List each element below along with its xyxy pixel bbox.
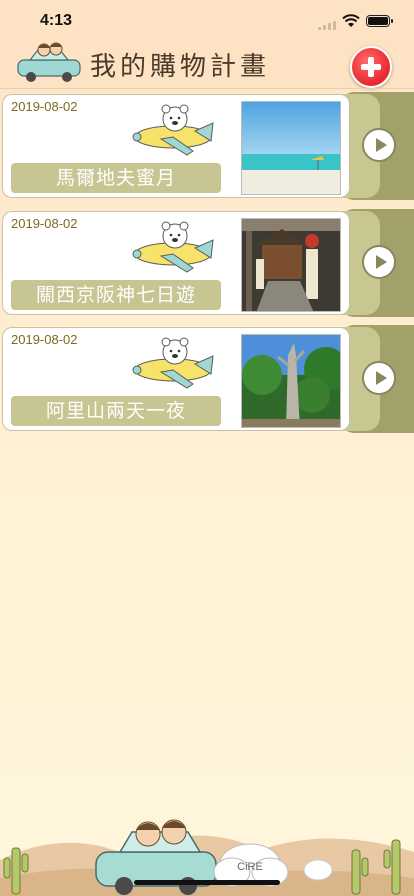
open-trip-arrow-icon[interactable] [362,361,396,395]
add-plan-button[interactable] [350,46,392,88]
trip-name: 關西京阪神七日遊 [11,280,221,310]
card-panel: 2019-08-02 阿里山兩天一夜 [2,327,350,431]
trip-name: 馬爾地夫蜜月 [11,163,221,193]
header-divider [0,88,414,89]
trip-card[interactable]: 2019-08-02 阿里山兩天一夜 [0,325,414,433]
app-header: 我的購物計畫 [0,38,414,90]
car-logo-icon [17,42,81,82]
page-title: 我的購物計畫 [90,52,271,82]
card-panel: 2019-08-02 馬爾地夫蜜月 [2,94,350,198]
bear-airplane-icon [132,337,214,389]
card-panel: 2019-08-02 關西京阪神七日遊 [2,211,350,315]
bear-airplane-icon [132,221,214,273]
trip-photo-shrine [241,218,341,312]
open-trip-arrow-icon[interactable] [362,245,396,279]
battery-icon [366,15,393,27]
trip-card[interactable]: 2019-08-02 馬爾地夫蜜月 [0,92,414,200]
wifi-icon [342,14,360,27]
cloud-label: CiRE [237,861,263,873]
trip-photo-forest [241,334,341,428]
bear-airplane-icon [132,104,214,156]
home-indicator[interactable] [134,880,280,885]
trip-name: 阿里山兩天一夜 [11,396,221,426]
trip-date: 2019-08-02 [11,99,78,114]
trip-photo-beach [241,101,341,195]
trip-date: 2019-08-02 [11,216,78,231]
cellular-signal-icon [318,20,336,30]
trip-card[interactable]: 2019-08-02 關西京阪神七日遊 [0,209,414,317]
status-time: 4:13 [40,12,73,29]
trip-date: 2019-08-02 [11,332,78,347]
open-trip-arrow-icon[interactable] [362,128,396,162]
